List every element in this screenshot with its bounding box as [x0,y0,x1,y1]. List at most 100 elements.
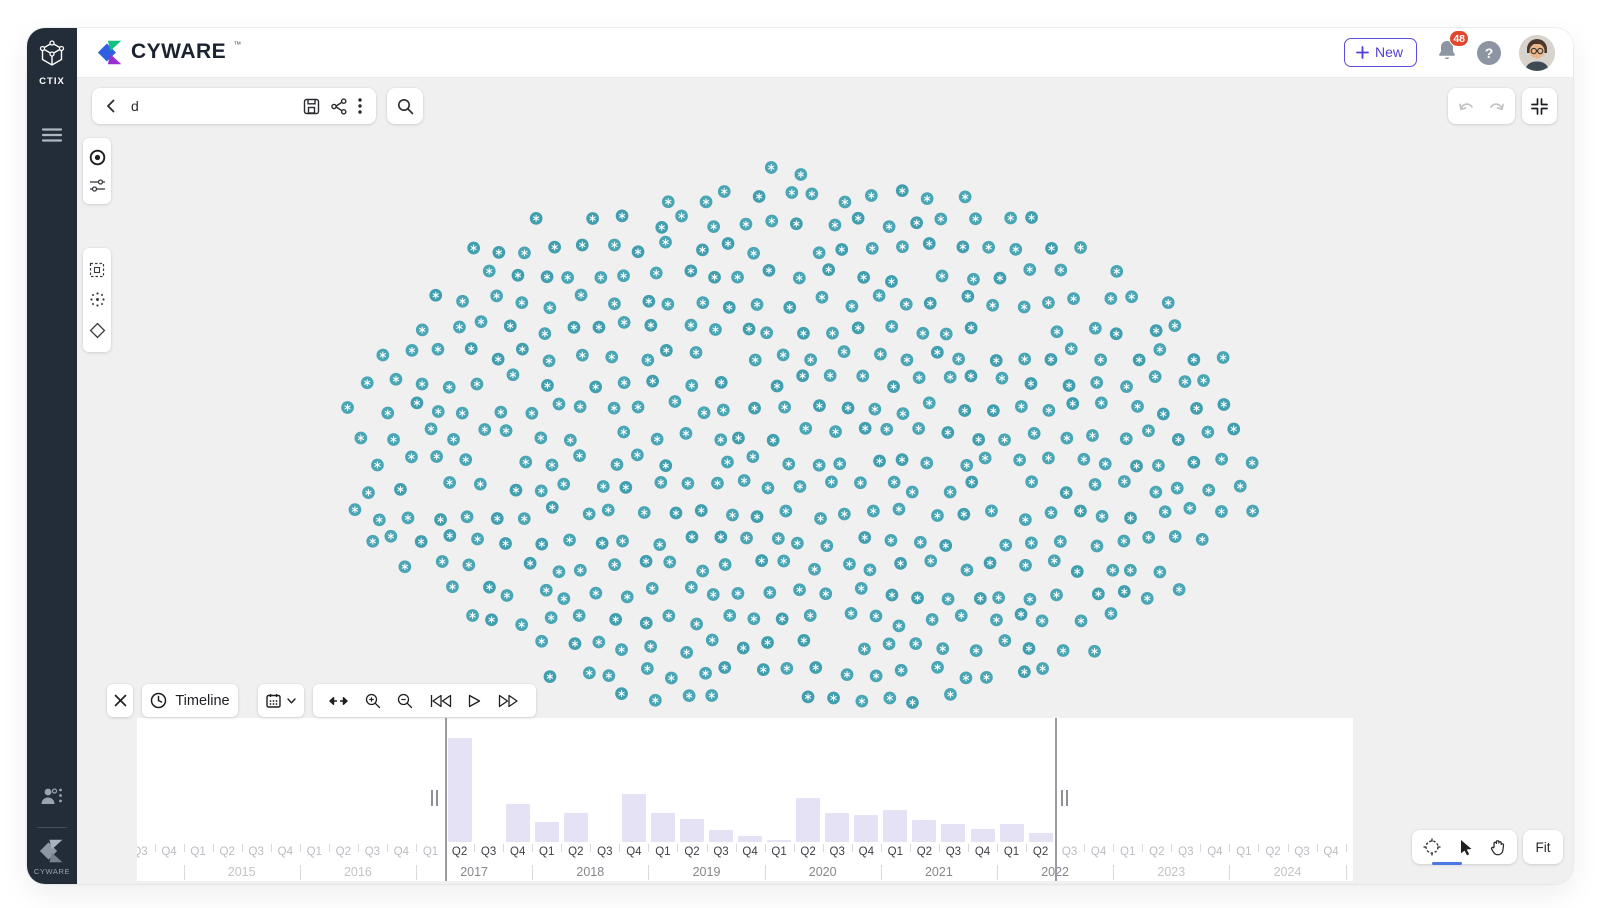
graph-node[interactable] [543,354,556,367]
graph-node[interactable] [857,271,870,284]
graph-node[interactable] [896,240,909,253]
graph-node[interactable] [546,459,559,472]
graph-node[interactable] [855,695,868,708]
graph-node[interactable] [961,564,974,577]
graph-node[interactable] [731,271,744,284]
graph-node[interactable] [822,263,835,276]
graph-node[interactable] [1045,353,1058,366]
graph-node[interactable] [910,216,923,229]
graph-node[interactable] [1246,456,1259,469]
graph-node[interactable] [1217,398,1230,411]
graph-node[interactable] [1025,475,1038,488]
graph-node[interactable] [796,369,809,382]
graph-node[interactable] [732,587,745,600]
graph-node[interactable] [456,407,469,420]
graph-node[interactable] [791,537,804,550]
graph-node[interactable] [690,346,703,359]
graph-node[interactable] [852,212,865,225]
graph-node[interactable] [762,482,775,495]
graph-node[interactable] [894,557,907,570]
graph-node[interactable] [873,455,886,468]
graph-node[interactable] [797,634,810,647]
graph-node[interactable] [1227,423,1240,436]
graph-node[interactable] [471,533,484,546]
graph-node[interactable] [852,321,865,334]
graph-node[interactable] [1015,608,1028,621]
graph-node[interactable] [602,504,615,517]
graph-node[interactable] [698,406,711,419]
graph-node[interactable] [483,581,496,594]
graph-node[interactable] [535,484,548,497]
graph-node[interactable] [813,246,826,259]
graph-node[interactable] [793,583,806,596]
graph-node[interactable] [446,580,459,593]
graph-node[interactable] [1217,351,1230,364]
graph-node[interactable] [717,404,730,417]
graph-node[interactable] [776,612,789,625]
graph-node[interactable] [990,613,1003,626]
graph-node[interactable] [906,486,919,499]
graph-node[interactable] [883,220,896,233]
graph-node[interactable] [959,190,972,203]
graph-node[interactable] [1019,513,1032,526]
graph-node[interactable] [644,640,657,653]
graph-node[interactable] [1120,380,1133,393]
skip-back-button[interactable] [430,694,452,708]
graph-node[interactable] [813,399,826,412]
graph-node[interactable] [478,423,491,436]
graph-node[interactable] [883,637,896,650]
graph-node[interactable] [387,433,400,446]
graph-node[interactable] [1074,241,1087,254]
graph-node[interactable] [709,323,722,336]
graph-node[interactable] [583,666,596,679]
pan-tool-button[interactable] [1484,837,1512,858]
graph-node[interactable] [965,370,978,383]
graph-node[interactable] [605,351,618,364]
graph-node[interactable] [777,555,790,568]
graph-node[interactable] [931,661,944,674]
graph-node[interactable] [1025,377,1038,390]
graph-node[interactable] [631,448,644,461]
graph-node[interactable] [576,349,589,362]
graph-node[interactable] [931,346,944,359]
graph-node[interactable] [465,342,478,355]
graph-node[interactable] [354,432,367,445]
graph-node[interactable] [718,185,731,198]
graph-node[interactable] [586,212,599,225]
graph-node[interactable] [1215,453,1228,466]
graph-node[interactable] [779,505,792,518]
graph-node[interactable] [589,587,602,600]
graph-node[interactable] [535,538,548,551]
marquee-select-button[interactable] [89,262,105,278]
graph-node[interactable] [461,510,474,523]
graph-node[interactable] [548,241,561,254]
graph-node[interactable] [799,422,812,435]
graph-node[interactable] [1196,533,1209,546]
graph-node[interactable] [411,396,424,409]
graph-node[interactable] [782,458,795,471]
graph-node[interactable] [1086,429,1099,442]
graph-node[interactable] [1104,292,1117,305]
graph-node[interactable] [783,301,796,314]
graph-node[interactable] [443,476,456,489]
graph-node[interactable] [447,433,460,446]
zoom-out-button[interactable] [397,693,413,709]
graph-node[interactable] [443,381,456,394]
graph-node[interactable] [777,348,790,361]
save-button[interactable] [303,98,320,115]
graph-node[interactable] [525,407,538,420]
graph-node[interactable] [597,480,610,493]
graph-node[interactable] [900,298,913,311]
graph-node[interactable] [958,404,971,417]
graph-node[interactable] [707,220,720,233]
graph-node[interactable] [753,190,766,203]
avatar[interactable] [1519,35,1555,71]
cyware-logo-icon[interactable] [39,838,65,864]
graph-node[interactable] [886,589,899,602]
graph-node[interactable] [1130,460,1143,473]
graph-node[interactable] [1060,486,1073,499]
graph-node[interactable] [960,671,973,684]
graph-node[interactable] [1066,397,1079,410]
graph-node[interactable] [790,217,803,230]
undo-button[interactable] [1458,100,1476,113]
